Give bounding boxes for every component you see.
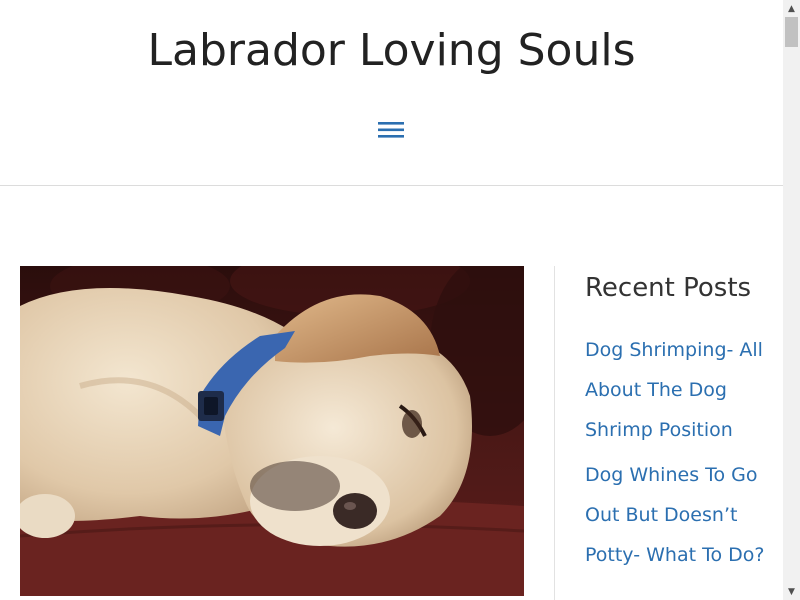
- hamburger-menu-icon: [378, 122, 404, 138]
- recent-post-link[interactable]: Dog Shrimping- All About The Dog Shrimp …: [585, 330, 775, 450]
- scrollbar-thumb[interactable]: [785, 17, 798, 47]
- list-item: Dog Whines To Go Out But Doesn’t Potty- …: [585, 455, 775, 575]
- page: Labrador Loving Souls Recent Posts Dog S…: [0, 0, 783, 600]
- site-header: Labrador Loving Souls: [0, 0, 783, 186]
- menu-toggle-button[interactable]: [371, 116, 411, 144]
- sleeping-labrador-photo: [20, 266, 524, 596]
- list-item: Dog Shrimping- All About The Dog Shrimp …: [585, 330, 775, 450]
- recent-posts-title: Recent Posts: [585, 273, 752, 303]
- site-title[interactable]: Labrador Loving Souls: [0, 24, 783, 78]
- sidebar: Recent Posts Dog Shrimping- All About Th…: [585, 266, 775, 580]
- recent-post-link[interactable]: Dog Whines To Go Out But Doesn’t Potty- …: [585, 455, 775, 575]
- recent-posts-list: Dog Shrimping- All About The Dog Shrimp …: [585, 330, 775, 575]
- scroll-down-arrow-icon[interactable]: ▼: [783, 583, 800, 600]
- vertical-scrollbar[interactable]: ▲ ▼: [783, 0, 800, 600]
- featured-image[interactable]: [20, 266, 524, 596]
- sidebar-divider: [554, 266, 555, 600]
- scroll-up-arrow-icon[interactable]: ▲: [783, 0, 800, 17]
